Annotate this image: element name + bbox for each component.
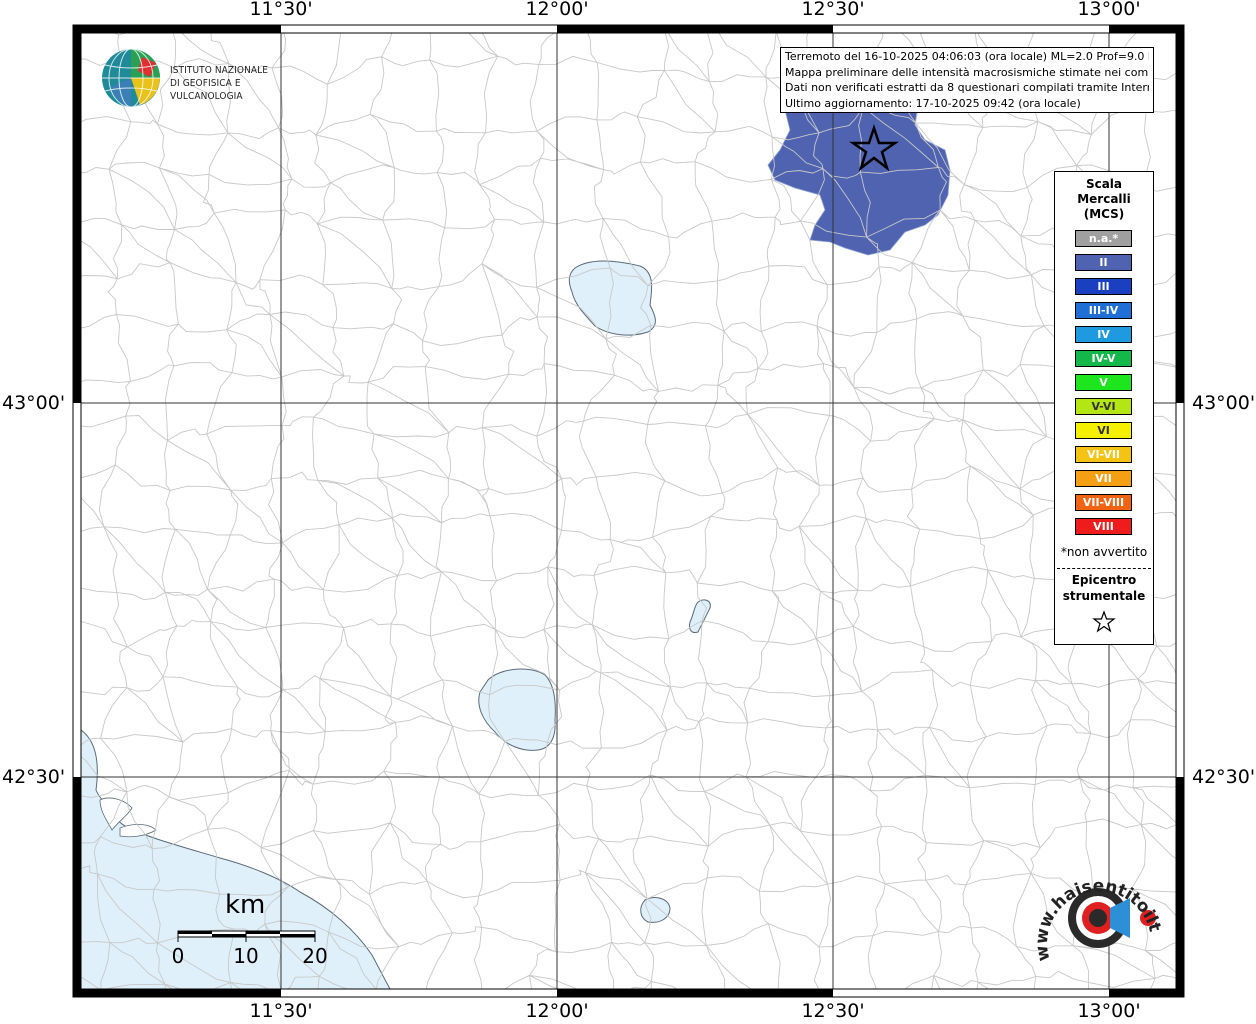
tick-top-4: 13°00' — [1077, 0, 1141, 20]
legend-note: *non avvertito — [1060, 545, 1148, 559]
scale-label-0: 0 — [171, 944, 185, 968]
legend-title: Scala Mercalli (MCS) — [1055, 177, 1153, 222]
legend-item-vi: VI — [1075, 422, 1132, 439]
tick-right-1: 43°00' — [1192, 392, 1256, 414]
legend-title-1: Scala — [1085, 177, 1123, 191]
event-info-box: Terremoto del 16-10-2025 04:06:03 (ora l… — [780, 47, 1154, 113]
legend-separator — [1057, 568, 1151, 569]
legend-item-vii: VII — [1075, 470, 1132, 487]
tick-right-2: 42°30' — [1192, 766, 1256, 788]
epicenter-label-1: Epicentro — [1071, 573, 1137, 587]
logo-line-1: ISTITUTO NAZIONALE — [170, 65, 269, 76]
star-icon — [1092, 610, 1116, 633]
legend-item-n-a-: n.a.* — [1075, 230, 1132, 247]
epicenter-label-2: strumentale — [1062, 589, 1146, 603]
ingv-logo: ISTITUTO NAZIONALE DI GEOFISICA E VULCAN… — [100, 47, 330, 109]
legend-item-ii: II — [1075, 254, 1132, 271]
legend-item-iii-iv: III-IV — [1075, 302, 1132, 319]
tick-left-1: 43°00' — [2, 392, 66, 414]
info-line-3: Dati non verificati estratti da 8 questi… — [785, 81, 1149, 94]
ingv-globe-icon — [102, 48, 160, 108]
legend-title-3: (MCS) — [1083, 207, 1125, 221]
scale-label-10: 10 — [233, 944, 259, 968]
tick-top-1: 11°30' — [249, 0, 313, 20]
haisentito-logo-icon: www.haisentitoilterremoto.it — [1021, 845, 1165, 963]
info-line-1: Terremoto del 16-10-2025 04:06:03 (ora l… — [785, 50, 1149, 63]
tick-top-2: 12°00' — [525, 0, 589, 20]
tick-bottom-3: 12°30' — [801, 1000, 865, 1022]
legend-item-v: V — [1075, 374, 1132, 391]
legend-item-vi-vii: VI-VII — [1075, 446, 1132, 463]
logo-line-2: DI GEOFISICA E VULCANOLOGIA — [170, 78, 243, 102]
info-line-2: Mappa preliminare delle intensità macros… — [785, 65, 1149, 79]
tick-top-3: 12°30' — [801, 0, 865, 20]
info-line-4: Ultimo aggiornamento: 17-10-2025 09:42 (… — [785, 96, 1081, 110]
legend-item-iii: III — [1075, 278, 1132, 295]
tick-left-2: 42°30' — [2, 766, 66, 788]
legend-item-viii: VIII — [1075, 518, 1132, 535]
tick-bottom-1: 11°30' — [249, 1000, 313, 1022]
tick-bottom-2: 12°00' — [525, 1000, 589, 1022]
legend-item-iv-v: IV-V — [1075, 350, 1132, 367]
legend-item-iv: IV — [1075, 326, 1132, 343]
tick-bottom-4: 13°00' — [1077, 1000, 1141, 1022]
mcs-legend: Scala Mercalli (MCS) n.a.* II III III-IV IV I… — [1054, 171, 1154, 645]
scale-unit: km — [225, 890, 266, 920]
legend-title-2: Mercalli — [1077, 192, 1131, 206]
legend-item-v-vi: V-VI — [1075, 398, 1132, 415]
legend-item-vii-viii: VII-VIII — [1075, 494, 1132, 511]
haisentito-logo[interactable]: www.haisentitoilterremoto.it — [1021, 845, 1170, 980]
legend-epicenter-label: Epicentro strumentale — [1055, 572, 1153, 604]
scale-label-20: 20 — [302, 944, 328, 968]
scale-bar: km 0 10 20 — [170, 890, 340, 980]
